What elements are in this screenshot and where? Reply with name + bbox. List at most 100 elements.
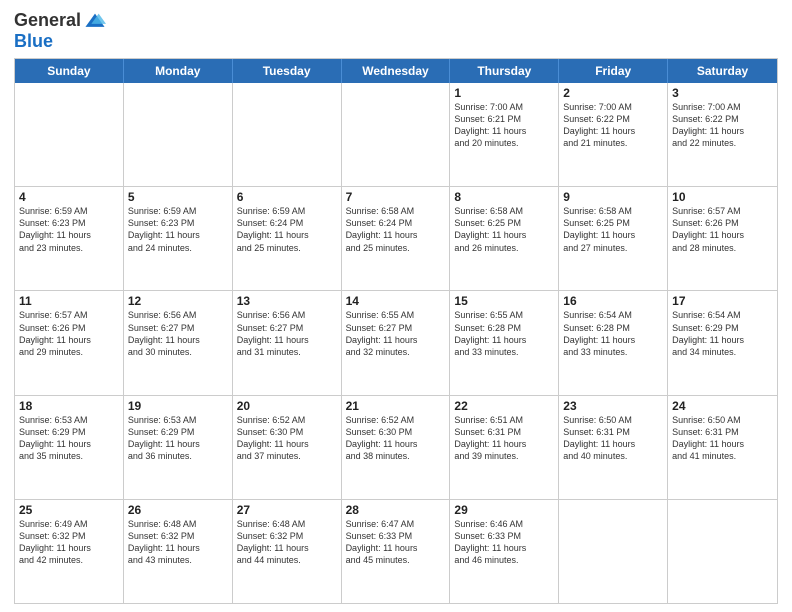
day-11: 11Sunrise: 6:57 AM Sunset: 6:26 PM Dayli… bbox=[15, 291, 124, 394]
day-number: 9 bbox=[563, 190, 663, 204]
calendar-body: 1Sunrise: 7:00 AM Sunset: 6:21 PM Daylig… bbox=[15, 83, 777, 603]
day-18: 18Sunrise: 6:53 AM Sunset: 6:29 PM Dayli… bbox=[15, 396, 124, 499]
day-3: 3Sunrise: 7:00 AM Sunset: 6:22 PM Daylig… bbox=[668, 83, 777, 186]
day-10: 10Sunrise: 6:57 AM Sunset: 6:26 PM Dayli… bbox=[668, 187, 777, 290]
day-number: 13 bbox=[237, 294, 337, 308]
page: General Blue SundayMondayTuesdayWednesda… bbox=[0, 0, 792, 612]
day-number: 14 bbox=[346, 294, 446, 308]
day-info: Sunrise: 6:51 AM Sunset: 6:31 PM Dayligh… bbox=[454, 414, 554, 463]
header-day-sunday: Sunday bbox=[15, 59, 124, 83]
day-number: 7 bbox=[346, 190, 446, 204]
day-info: Sunrise: 6:59 AM Sunset: 6:23 PM Dayligh… bbox=[128, 205, 228, 254]
day-info: Sunrise: 7:00 AM Sunset: 6:22 PM Dayligh… bbox=[563, 101, 663, 150]
day-13: 13Sunrise: 6:56 AM Sunset: 6:27 PM Dayli… bbox=[233, 291, 342, 394]
day-16: 16Sunrise: 6:54 AM Sunset: 6:28 PM Dayli… bbox=[559, 291, 668, 394]
day-number: 17 bbox=[672, 294, 773, 308]
day-info: Sunrise: 6:50 AM Sunset: 6:31 PM Dayligh… bbox=[563, 414, 663, 463]
header-day-saturday: Saturday bbox=[668, 59, 777, 83]
logo-blue: Blue bbox=[14, 31, 53, 52]
day-17: 17Sunrise: 6:54 AM Sunset: 6:29 PM Dayli… bbox=[668, 291, 777, 394]
day-info: Sunrise: 6:56 AM Sunset: 6:27 PM Dayligh… bbox=[128, 309, 228, 358]
day-info: Sunrise: 6:54 AM Sunset: 6:28 PM Dayligh… bbox=[563, 309, 663, 358]
day-info: Sunrise: 6:58 AM Sunset: 6:24 PM Dayligh… bbox=[346, 205, 446, 254]
empty-cell bbox=[559, 500, 668, 603]
day-info: Sunrise: 6:55 AM Sunset: 6:27 PM Dayligh… bbox=[346, 309, 446, 358]
calendar-header: SundayMondayTuesdayWednesdayThursdayFrid… bbox=[15, 59, 777, 83]
day-info: Sunrise: 6:58 AM Sunset: 6:25 PM Dayligh… bbox=[454, 205, 554, 254]
day-info: Sunrise: 6:48 AM Sunset: 6:32 PM Dayligh… bbox=[237, 518, 337, 567]
header-day-monday: Monday bbox=[124, 59, 233, 83]
day-25: 25Sunrise: 6:49 AM Sunset: 6:32 PM Dayli… bbox=[15, 500, 124, 603]
day-2: 2Sunrise: 7:00 AM Sunset: 6:22 PM Daylig… bbox=[559, 83, 668, 186]
day-info: Sunrise: 6:53 AM Sunset: 6:29 PM Dayligh… bbox=[19, 414, 119, 463]
day-23: 23Sunrise: 6:50 AM Sunset: 6:31 PM Dayli… bbox=[559, 396, 668, 499]
day-number: 2 bbox=[563, 86, 663, 100]
day-info: Sunrise: 6:57 AM Sunset: 6:26 PM Dayligh… bbox=[672, 205, 773, 254]
day-number: 3 bbox=[672, 86, 773, 100]
day-number: 26 bbox=[128, 503, 228, 517]
day-15: 15Sunrise: 6:55 AM Sunset: 6:28 PM Dayli… bbox=[450, 291, 559, 394]
day-info: Sunrise: 6:47 AM Sunset: 6:33 PM Dayligh… bbox=[346, 518, 446, 567]
day-info: Sunrise: 6:46 AM Sunset: 6:33 PM Dayligh… bbox=[454, 518, 554, 567]
calendar-week-5: 25Sunrise: 6:49 AM Sunset: 6:32 PM Dayli… bbox=[15, 499, 777, 603]
empty-cell bbox=[668, 500, 777, 603]
day-number: 10 bbox=[672, 190, 773, 204]
day-number: 11 bbox=[19, 294, 119, 308]
day-19: 19Sunrise: 6:53 AM Sunset: 6:29 PM Dayli… bbox=[124, 396, 233, 499]
day-7: 7Sunrise: 6:58 AM Sunset: 6:24 PM Daylig… bbox=[342, 187, 451, 290]
day-number: 1 bbox=[454, 86, 554, 100]
day-number: 16 bbox=[563, 294, 663, 308]
day-9: 9Sunrise: 6:58 AM Sunset: 6:25 PM Daylig… bbox=[559, 187, 668, 290]
day-24: 24Sunrise: 6:50 AM Sunset: 6:31 PM Dayli… bbox=[668, 396, 777, 499]
day-number: 6 bbox=[237, 190, 337, 204]
header-day-wednesday: Wednesday bbox=[342, 59, 451, 83]
day-info: Sunrise: 6:52 AM Sunset: 6:30 PM Dayligh… bbox=[237, 414, 337, 463]
empty-cell bbox=[124, 83, 233, 186]
day-number: 19 bbox=[128, 399, 228, 413]
empty-cell bbox=[233, 83, 342, 186]
day-info: Sunrise: 6:52 AM Sunset: 6:30 PM Dayligh… bbox=[346, 414, 446, 463]
day-number: 20 bbox=[237, 399, 337, 413]
day-1: 1Sunrise: 7:00 AM Sunset: 6:21 PM Daylig… bbox=[450, 83, 559, 186]
header-day-tuesday: Tuesday bbox=[233, 59, 342, 83]
day-info: Sunrise: 6:59 AM Sunset: 6:24 PM Dayligh… bbox=[237, 205, 337, 254]
day-number: 24 bbox=[672, 399, 773, 413]
empty-cell bbox=[15, 83, 124, 186]
day-info: Sunrise: 6:54 AM Sunset: 6:29 PM Dayligh… bbox=[672, 309, 773, 358]
day-number: 29 bbox=[454, 503, 554, 517]
day-info: Sunrise: 6:59 AM Sunset: 6:23 PM Dayligh… bbox=[19, 205, 119, 254]
header-day-friday: Friday bbox=[559, 59, 668, 83]
day-5: 5Sunrise: 6:59 AM Sunset: 6:23 PM Daylig… bbox=[124, 187, 233, 290]
header-day-thursday: Thursday bbox=[450, 59, 559, 83]
day-14: 14Sunrise: 6:55 AM Sunset: 6:27 PM Dayli… bbox=[342, 291, 451, 394]
day-number: 5 bbox=[128, 190, 228, 204]
day-info: Sunrise: 7:00 AM Sunset: 6:22 PM Dayligh… bbox=[672, 101, 773, 150]
logo: General Blue bbox=[14, 10, 106, 52]
day-22: 22Sunrise: 6:51 AM Sunset: 6:31 PM Dayli… bbox=[450, 396, 559, 499]
day-number: 27 bbox=[237, 503, 337, 517]
calendar: SundayMondayTuesdayWednesdayThursdayFrid… bbox=[14, 58, 778, 604]
calendar-week-4: 18Sunrise: 6:53 AM Sunset: 6:29 PM Dayli… bbox=[15, 395, 777, 499]
logo-wrapper: General Blue bbox=[14, 10, 106, 52]
logo-general: General bbox=[14, 10, 81, 31]
day-27: 27Sunrise: 6:48 AM Sunset: 6:32 PM Dayli… bbox=[233, 500, 342, 603]
day-number: 8 bbox=[454, 190, 554, 204]
day-info: Sunrise: 6:53 AM Sunset: 6:29 PM Dayligh… bbox=[128, 414, 228, 463]
day-info: Sunrise: 7:00 AM Sunset: 6:21 PM Dayligh… bbox=[454, 101, 554, 150]
day-number: 18 bbox=[19, 399, 119, 413]
day-8: 8Sunrise: 6:58 AM Sunset: 6:25 PM Daylig… bbox=[450, 187, 559, 290]
day-6: 6Sunrise: 6:59 AM Sunset: 6:24 PM Daylig… bbox=[233, 187, 342, 290]
day-number: 25 bbox=[19, 503, 119, 517]
day-info: Sunrise: 6:58 AM Sunset: 6:25 PM Dayligh… bbox=[563, 205, 663, 254]
day-info: Sunrise: 6:50 AM Sunset: 6:31 PM Dayligh… bbox=[672, 414, 773, 463]
day-info: Sunrise: 6:55 AM Sunset: 6:28 PM Dayligh… bbox=[454, 309, 554, 358]
day-info: Sunrise: 6:56 AM Sunset: 6:27 PM Dayligh… bbox=[237, 309, 337, 358]
day-number: 21 bbox=[346, 399, 446, 413]
day-number: 4 bbox=[19, 190, 119, 204]
calendar-week-2: 4Sunrise: 6:59 AM Sunset: 6:23 PM Daylig… bbox=[15, 186, 777, 290]
calendar-week-3: 11Sunrise: 6:57 AM Sunset: 6:26 PM Dayli… bbox=[15, 290, 777, 394]
day-4: 4Sunrise: 6:59 AM Sunset: 6:23 PM Daylig… bbox=[15, 187, 124, 290]
logo-top: General bbox=[14, 10, 106, 31]
logo-bird-icon bbox=[84, 12, 106, 30]
day-number: 15 bbox=[454, 294, 554, 308]
